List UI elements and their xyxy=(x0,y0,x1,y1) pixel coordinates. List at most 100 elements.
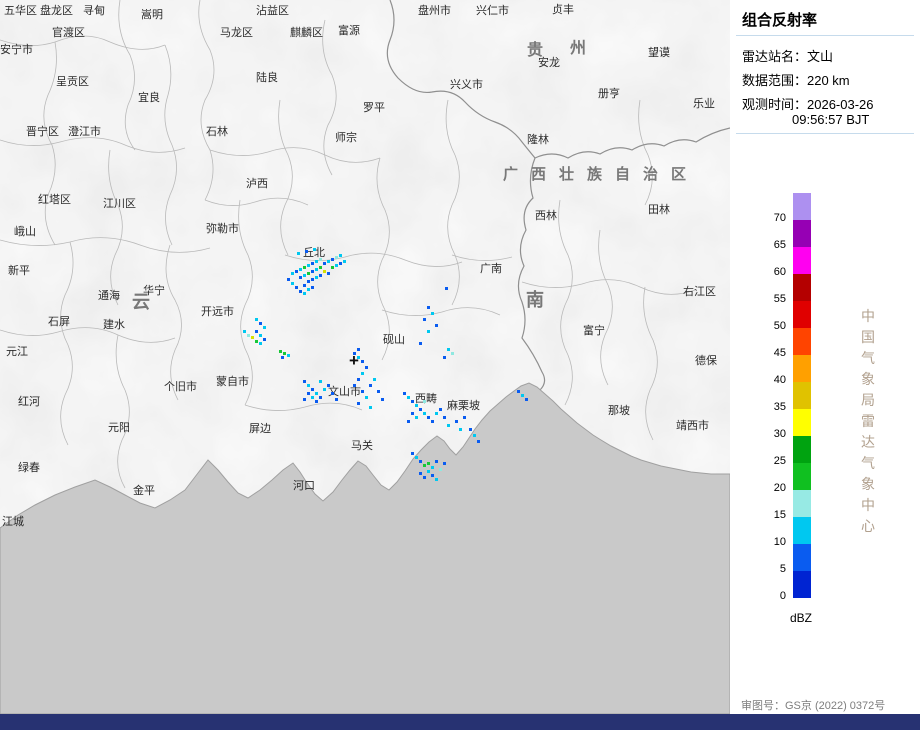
watermark-char: 象 xyxy=(861,371,875,387)
radar-echo xyxy=(427,470,430,473)
radar-echo xyxy=(303,266,306,269)
radar-echo xyxy=(419,342,422,345)
radar-echo xyxy=(299,290,302,293)
station-name: 雷达站名：文山 xyxy=(742,49,834,64)
map-place-label: 绿春 xyxy=(18,462,40,474)
legend-tick-label: 55 xyxy=(773,293,786,305)
radar-echo xyxy=(283,352,286,355)
map-place-label: 泸西 xyxy=(246,178,268,190)
radar-echo xyxy=(415,416,418,419)
map-place-label: 富源 xyxy=(338,25,360,37)
watermark-char: 中 xyxy=(861,497,875,513)
radar-echo xyxy=(319,396,322,399)
radar-echo xyxy=(339,254,342,257)
radar-echo xyxy=(373,378,376,381)
radar-echo xyxy=(291,282,294,285)
map-place-label: 兴仁市 xyxy=(476,5,509,17)
map-place-label: 官渡区 xyxy=(52,27,85,39)
observation-time: 09:56:57 BJT xyxy=(792,112,870,127)
map-place-label: 乐业 xyxy=(693,98,715,110)
legend-color-segment xyxy=(793,274,811,301)
map-place-label: 田林 xyxy=(648,204,670,216)
radar-echo xyxy=(423,318,426,321)
radar-echo xyxy=(323,262,326,265)
legend-color-segment xyxy=(793,355,811,382)
radar-echo xyxy=(477,440,480,443)
radar-echo xyxy=(331,392,334,395)
map-place-label: 晋宁区 xyxy=(26,126,59,138)
radar-echo xyxy=(357,378,360,381)
map-place-label: 嵩明 xyxy=(141,9,163,21)
map-place-label: 石屏 xyxy=(48,316,70,328)
radar-echo xyxy=(327,260,330,263)
radar-echo xyxy=(377,390,380,393)
map-place-label: 江川区 xyxy=(103,198,136,210)
radar-echo xyxy=(369,406,372,409)
radar-echo xyxy=(319,266,322,269)
info-panel: 组合反射率 雷达站名：文山 数据范围：220 km 观测时间：2026-03-2… xyxy=(730,0,920,714)
legend-color-segment xyxy=(793,328,811,355)
radar-echo xyxy=(435,460,438,463)
data-range: 数据范围：220 km xyxy=(742,73,850,88)
radar-echo xyxy=(315,268,318,271)
legend-color-segment xyxy=(793,409,811,436)
radar-echo xyxy=(431,420,434,423)
map-place-label: 麒麟区 xyxy=(290,27,323,39)
legend-tick-label: 70 xyxy=(773,212,786,224)
map-region-label: 南 xyxy=(526,290,544,310)
radar-echo xyxy=(255,318,258,321)
radar-echo xyxy=(307,280,310,283)
radar-echo xyxy=(263,338,266,341)
radar-echo xyxy=(303,380,306,383)
radar-echo xyxy=(407,420,410,423)
radar-echo xyxy=(525,398,528,401)
radar-echo xyxy=(305,250,308,253)
radar-echo xyxy=(403,392,406,395)
radar-echo xyxy=(459,428,462,431)
radar-echo xyxy=(311,270,314,273)
radar-echo xyxy=(381,398,384,401)
radar-echo xyxy=(307,272,310,275)
radar-echo xyxy=(423,412,426,415)
radar-echo xyxy=(517,390,520,393)
watermark-char: 雷 xyxy=(861,413,875,429)
radar-echo xyxy=(279,350,282,353)
map-region-label: 广西壮族自治区 xyxy=(503,166,700,183)
watermark-char: 中 xyxy=(861,308,875,324)
map-place-label: 陆良 xyxy=(256,72,278,84)
map-place-label: 隆林 xyxy=(527,134,549,146)
map-place-label: 安宁市 xyxy=(0,44,33,56)
map-place-label: 麻栗坡 xyxy=(447,400,480,412)
watermark-char: 局 xyxy=(861,392,875,408)
radar-echo xyxy=(303,292,306,295)
legend-color-segment xyxy=(793,382,811,409)
radar-echo xyxy=(439,408,442,411)
legend-color-segment xyxy=(793,490,811,517)
map-place-label: 贞丰 xyxy=(552,4,574,16)
legend-color-segment xyxy=(793,193,811,220)
legend-tick-label: 45 xyxy=(773,347,786,359)
radar-echo xyxy=(361,372,364,375)
legend-tick-label: 25 xyxy=(773,455,786,467)
radar-echo xyxy=(335,264,338,267)
radar-echo xyxy=(281,356,284,359)
legend-color-segment xyxy=(793,517,811,544)
radar-echo xyxy=(243,330,246,333)
radar-echo xyxy=(303,274,306,277)
radar-echo xyxy=(255,330,258,333)
radar-echo xyxy=(303,284,306,287)
legend-tick-label: 50 xyxy=(773,320,786,332)
radar-site-marker: + xyxy=(349,351,359,370)
radar-echo xyxy=(327,272,330,275)
radar-echo xyxy=(427,416,430,419)
radar-echo xyxy=(361,360,364,363)
radar-echo xyxy=(327,384,330,387)
radar-echo xyxy=(315,400,318,403)
legend-color-segment xyxy=(793,220,811,247)
radar-echo xyxy=(335,398,338,401)
separator-line xyxy=(736,35,914,36)
radar-echo xyxy=(369,384,372,387)
radar-echo xyxy=(319,274,322,277)
legend-color-segment xyxy=(793,571,811,598)
legend-tick-label: 65 xyxy=(773,239,786,251)
